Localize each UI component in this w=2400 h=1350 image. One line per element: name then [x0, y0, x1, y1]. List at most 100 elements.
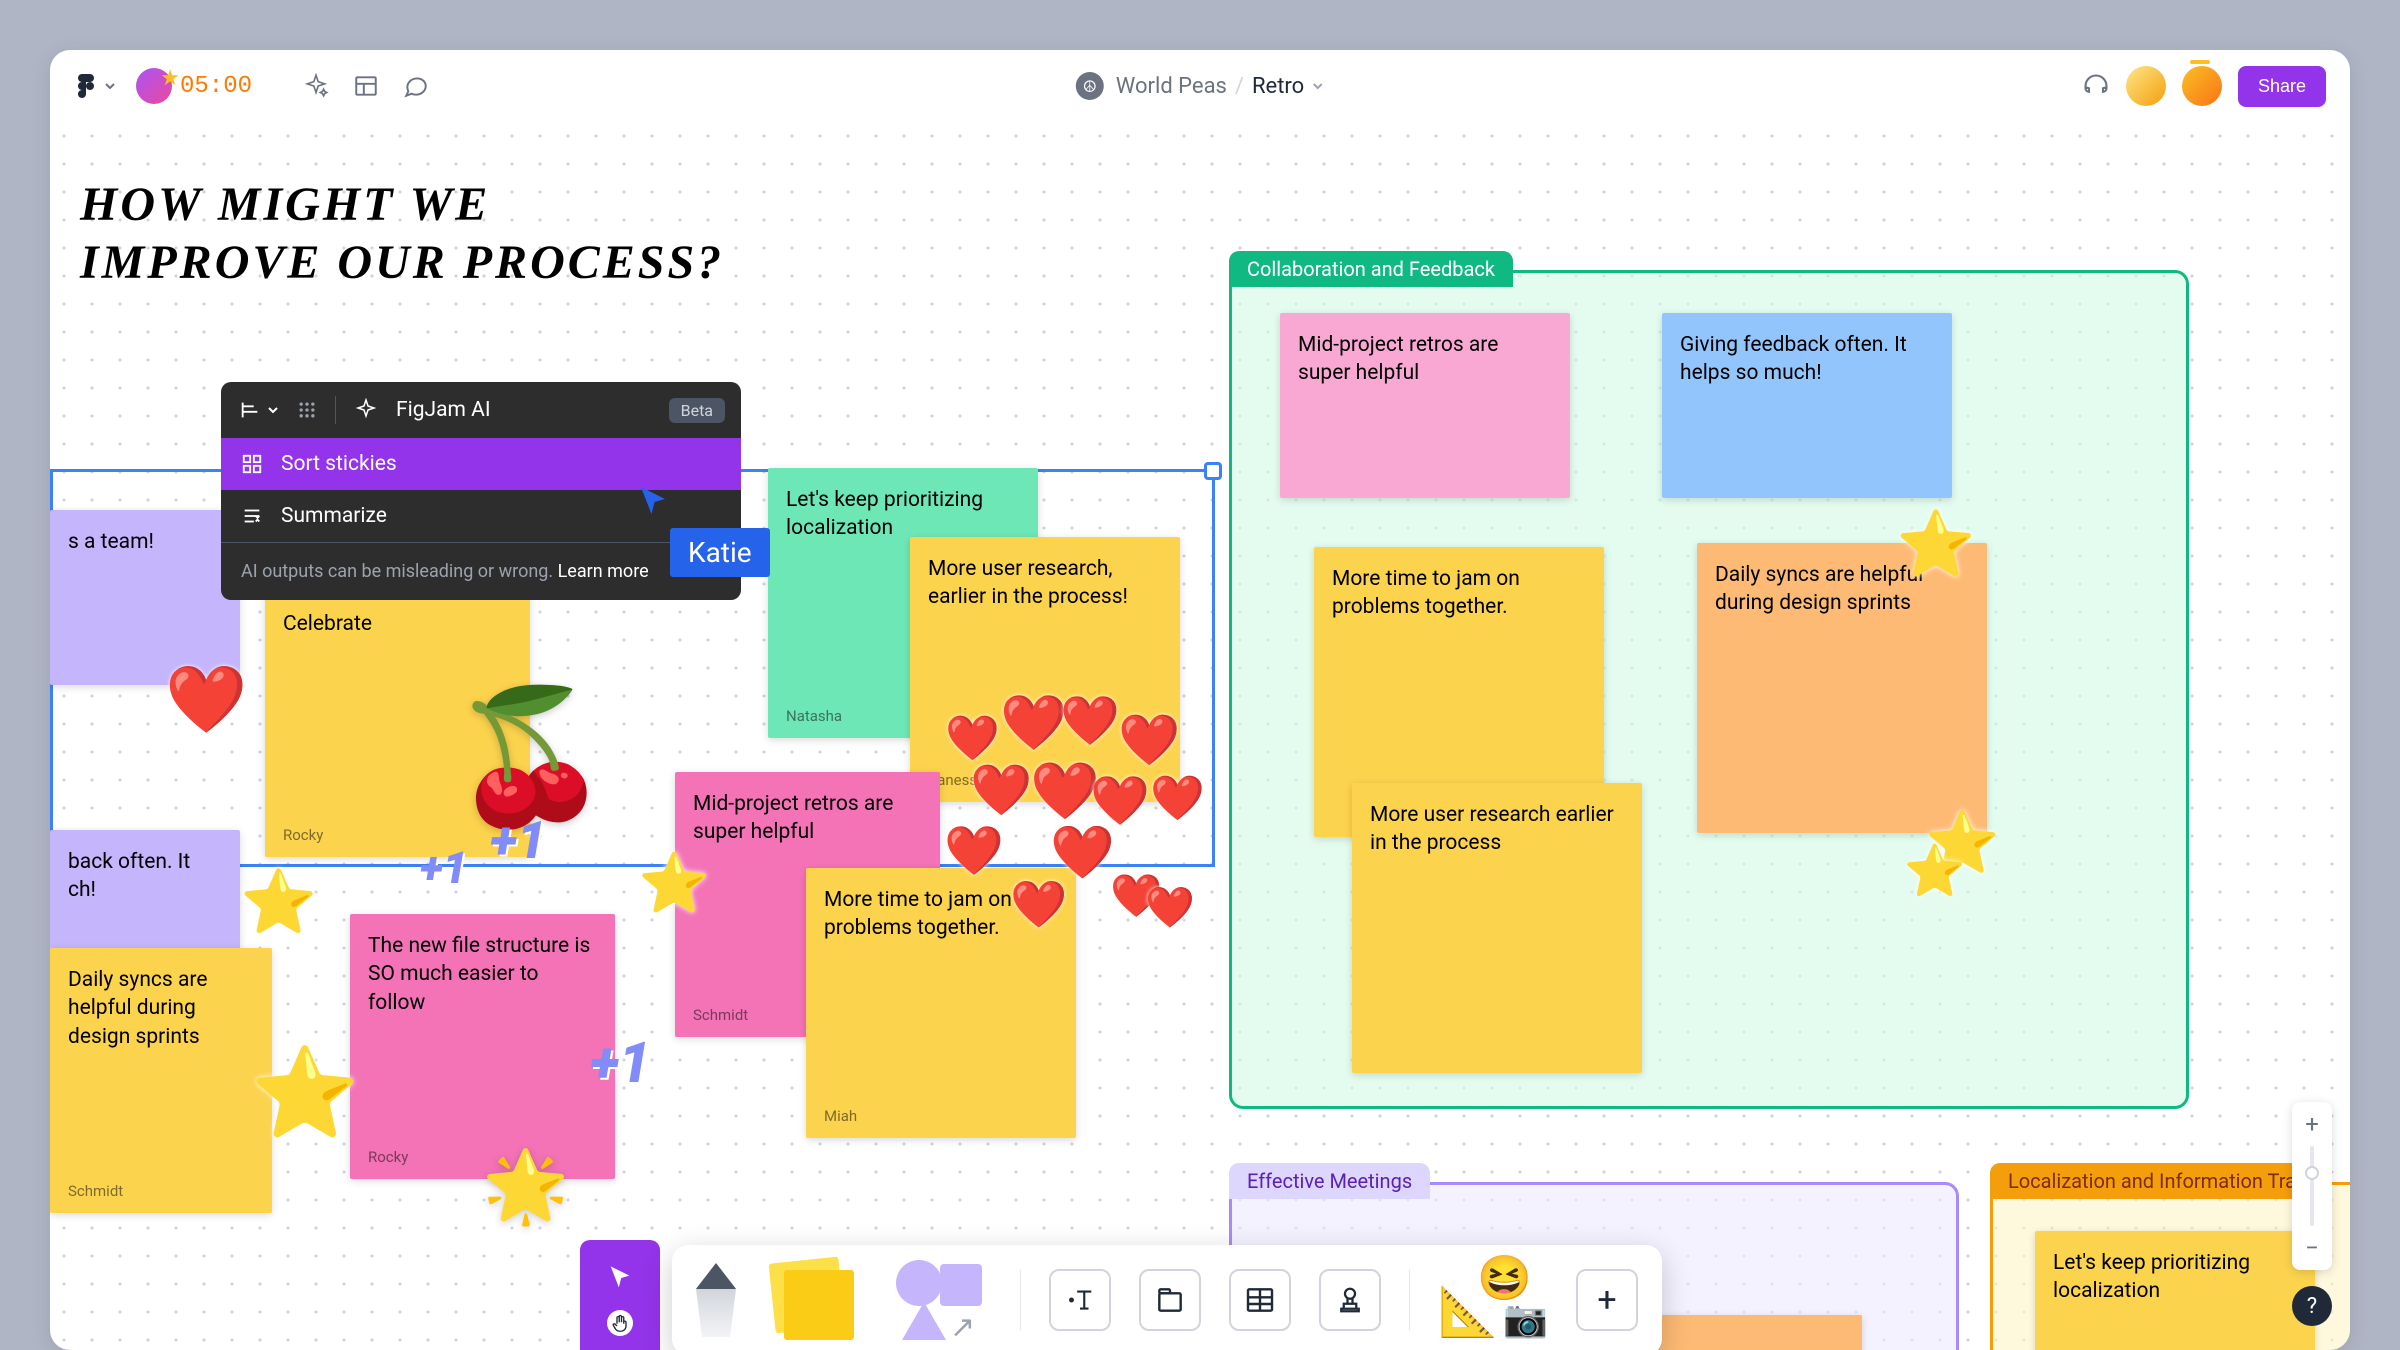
comment-tool[interactable]: [402, 72, 430, 100]
sticky-text: Giving feedback often. It helps so much!: [1680, 333, 1907, 385]
pencil-tool[interactable]: [696, 1263, 736, 1337]
layout-tool[interactable]: [352, 72, 380, 100]
stamp-tool[interactable]: [1319, 1269, 1381, 1331]
share-button[interactable]: Share: [2238, 66, 2326, 107]
plus-one-sticker[interactable]: +1: [420, 842, 468, 894]
heart-sticker[interactable]: ❤️: [1145, 884, 1195, 931]
help-button[interactable]: ?: [2292, 1286, 2332, 1326]
star-sticker[interactable]: ⭐: [1904, 843, 1966, 901]
sticky-author: Schmidt: [68, 1181, 123, 1201]
topbar-tools: [302, 72, 430, 100]
sticky-note[interactable]: Daily syncs are helpful during design sp…: [50, 948, 272, 1213]
sticky-text: Let's keep prioritizing localization: [786, 488, 983, 540]
figma-logo-icon: [74, 74, 98, 98]
chevron-down-icon[interactable]: [1312, 80, 1324, 92]
text-tool[interactable]: [1049, 1269, 1111, 1331]
divider: [335, 396, 336, 424]
sticky-tool[interactable]: [764, 1260, 864, 1340]
heart-sticker[interactable]: ❤️: [1000, 692, 1067, 755]
figma-menu-button[interactable]: [74, 74, 116, 98]
learn-more-link[interactable]: Learn more: [558, 561, 649, 582]
section-collaboration[interactable]: Collaboration and Feedback Mid-project r…: [1229, 270, 2189, 1109]
hand-icon[interactable]: [607, 1310, 633, 1336]
heart-sticker[interactable]: ❤️: [1150, 772, 1205, 824]
canvas-heading[interactable]: How might we improve our process?: [80, 176, 724, 291]
star-sticker[interactable]: ⭐: [1896, 507, 1976, 582]
star-sticker[interactable]: ⭐: [638, 850, 710, 918]
sticky-text: Let's keep prioritizing localization: [2053, 1251, 2250, 1303]
table-tool[interactable]: [1229, 1269, 1291, 1331]
add-tool[interactable]: +: [1576, 1269, 1638, 1331]
zoom-out-button[interactable]: −: [2305, 1236, 2319, 1260]
context-menu-ai-label: FigJam AI: [396, 398, 491, 422]
project-icon: ☮: [1076, 72, 1104, 100]
sticky-note[interactable]: The new file structure is SO much easier…: [350, 914, 615, 1179]
user-avatar-1[interactable]: [2126, 66, 2166, 106]
selection-handle[interactable]: [1204, 462, 1222, 480]
sticky-author: Rocky: [283, 825, 323, 845]
section-label[interactable]: Collaboration and Feedback: [1229, 251, 1513, 287]
divider: [1020, 1270, 1021, 1330]
sticky-text: back often. It ch!: [68, 850, 190, 902]
sticky-note[interactable]: s a team!: [50, 510, 240, 685]
section-icon: [1154, 1284, 1186, 1316]
timer-value: 05:00: [180, 73, 252, 100]
align-left-icon: [239, 399, 261, 421]
ai-sparkle-tool[interactable]: [302, 72, 330, 100]
shapes-tool[interactable]: ↗: [892, 1260, 992, 1340]
breadcrumb-separator: /: [1235, 74, 1244, 99]
heart-sticker[interactable]: ❤️: [1118, 712, 1180, 770]
heart-sticker[interactable]: ❤️: [970, 762, 1032, 820]
sort-stickies-item[interactable]: Sort stickies: [221, 438, 741, 490]
heart-sticker[interactable]: ❤️: [1060, 692, 1120, 749]
sticky-author: Schmidt: [693, 1005, 748, 1025]
multiplayer-cursor: [635, 484, 671, 524]
sort-stickies-label: Sort stickies: [281, 452, 397, 476]
zoom-thumb[interactable]: [2305, 1166, 2319, 1180]
topbar-right: Share: [2082, 66, 2326, 107]
pointer-icon[interactable]: [606, 1264, 634, 1292]
audio-icon[interactable]: [2082, 72, 2110, 100]
star-sticker[interactable]: ⭐: [240, 866, 317, 939]
zoom-slider[interactable]: [2310, 1146, 2314, 1226]
ai-disclaimer: AI outputs can be misleading or wrong. L…: [221, 543, 741, 600]
plus-one-sticker[interactable]: +1: [590, 1030, 650, 1096]
topbar-left: ★ 05:00: [74, 68, 430, 104]
divider: [1409, 1270, 1410, 1330]
breadcrumb-project[interactable]: World Peas: [1116, 74, 1227, 99]
sticky-author: Miah: [824, 1106, 857, 1126]
widgets-tool[interactable]: 📐 😆 📷: [1438, 1260, 1548, 1340]
breadcrumb-file[interactable]: Retro: [1252, 74, 1304, 99]
star-outline-sticker[interactable]: 🌟: [482, 1146, 569, 1228]
sticky-text: The new file structure is SO much easier…: [368, 934, 590, 1015]
context-menu-header: FigJam AI Beta: [221, 382, 741, 438]
sticky-note[interactable]: Daily syncs are helpful during design sp…: [1697, 543, 1987, 833]
timer-widget[interactable]: ★ 05:00: [136, 68, 252, 104]
sticky-text: More user research, earlier in the proce…: [928, 557, 1128, 609]
section-label[interactable]: Effective Meetings: [1229, 1163, 1430, 1199]
plus-one-sticker[interactable]: +1: [490, 810, 546, 871]
star-sticker[interactable]: ⭐: [250, 1042, 360, 1145]
sticky-note[interactable]: More user research earlier in the proces…: [1352, 783, 1642, 1073]
sticky-author: Rocky: [368, 1147, 408, 1167]
shapes-icon: ↗: [892, 1260, 992, 1340]
layout-icon: [353, 73, 379, 99]
heart-sticker[interactable]: ❤️: [165, 662, 247, 739]
heart-sticker[interactable]: ❤️: [1090, 772, 1150, 829]
grid-icon[interactable]: [297, 400, 317, 420]
heart-sticker[interactable]: ❤️: [1010, 878, 1067, 932]
summarize-label: Summarize: [281, 504, 387, 528]
sticky-note[interactable]: Let's keep prioritizing localization: [2035, 1231, 2315, 1350]
heart-sticker[interactable]: ❤️: [945, 712, 1000, 764]
section-tool[interactable]: [1139, 1269, 1201, 1331]
align-dropdown[interactable]: [239, 399, 279, 421]
canvas[interactable]: How might we improve our process? s a te…: [50, 122, 2350, 1350]
heart-sticker[interactable]: ❤️: [1050, 822, 1115, 883]
user-avatar-2[interactable]: [2182, 66, 2222, 106]
heart-sticker[interactable]: ❤️: [944, 822, 1004, 879]
sticky-note[interactable]: Mid-project retros are super helpful: [1280, 313, 1570, 498]
breadcrumb[interactable]: ☮ World Peas / Retro: [1076, 72, 1324, 100]
section-label[interactable]: Localization and Information Tracking: [1990, 1163, 2320, 1199]
sticky-note[interactable]: Giving feedback often. It helps so much!: [1662, 313, 1952, 498]
zoom-in-button[interactable]: +: [2305, 1112, 2319, 1136]
